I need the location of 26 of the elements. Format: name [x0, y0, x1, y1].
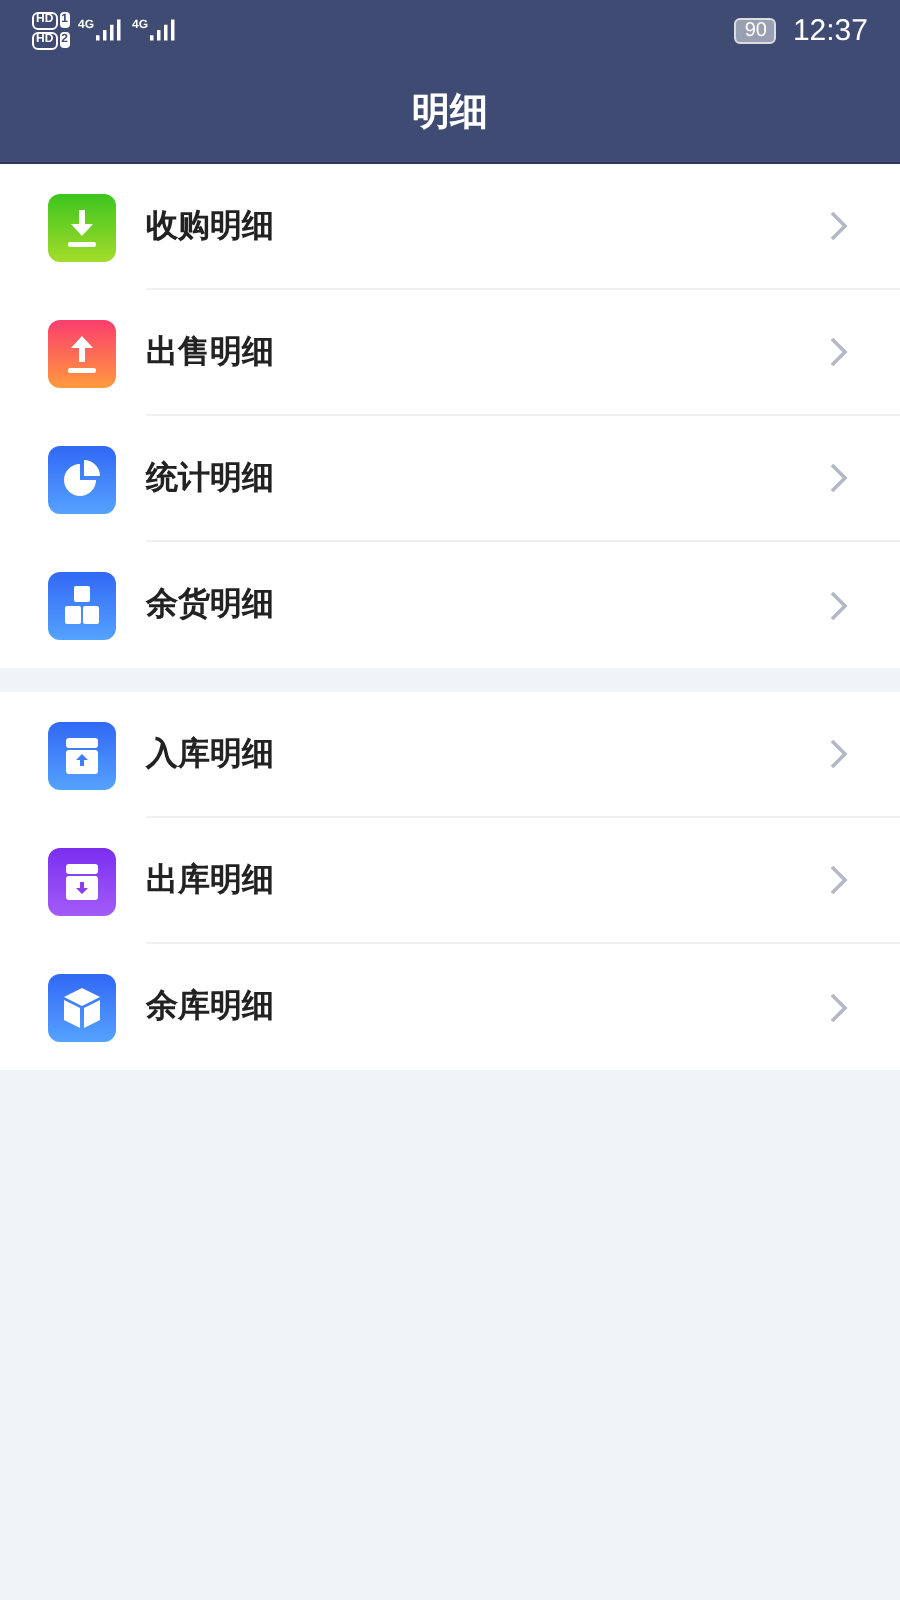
- pie-chart-icon: [48, 445, 116, 513]
- chevron-right-icon: [828, 589, 848, 621]
- list-item[interactable]: 出售明细: [0, 290, 900, 416]
- list-item[interactable]: 余货明细: [0, 542, 900, 668]
- cube-icon: [48, 973, 116, 1041]
- list-item[interactable]: 收购明细: [0, 164, 900, 290]
- signal-icon: [150, 18, 179, 42]
- list-item[interactable]: 入库明细: [0, 692, 900, 818]
- list-item[interactable]: 余库明细: [0, 944, 900, 1070]
- download-icon: [48, 193, 116, 261]
- page-title: 明细: [412, 87, 488, 137]
- box-arrow-up-icon: [48, 721, 116, 789]
- chevron-right-icon: [828, 336, 848, 368]
- battery-indicator: 90: [734, 17, 777, 43]
- signal-icon: [96, 18, 125, 42]
- boxes-icon: [48, 571, 116, 639]
- chevron-right-icon: [828, 864, 848, 896]
- list-item[interactable]: 出库明细: [0, 818, 900, 944]
- chevron-right-icon: [828, 991, 848, 1023]
- chevron-right-icon: [828, 738, 848, 770]
- list-item[interactable]: 统计明细: [0, 416, 900, 542]
- chevron-right-icon: [828, 462, 848, 494]
- chevron-right-icon: [828, 210, 848, 242]
- upload-icon: [48, 319, 116, 387]
- clock-time: 12:37: [792, 13, 868, 47]
- box-arrow-down-icon: [48, 847, 116, 915]
